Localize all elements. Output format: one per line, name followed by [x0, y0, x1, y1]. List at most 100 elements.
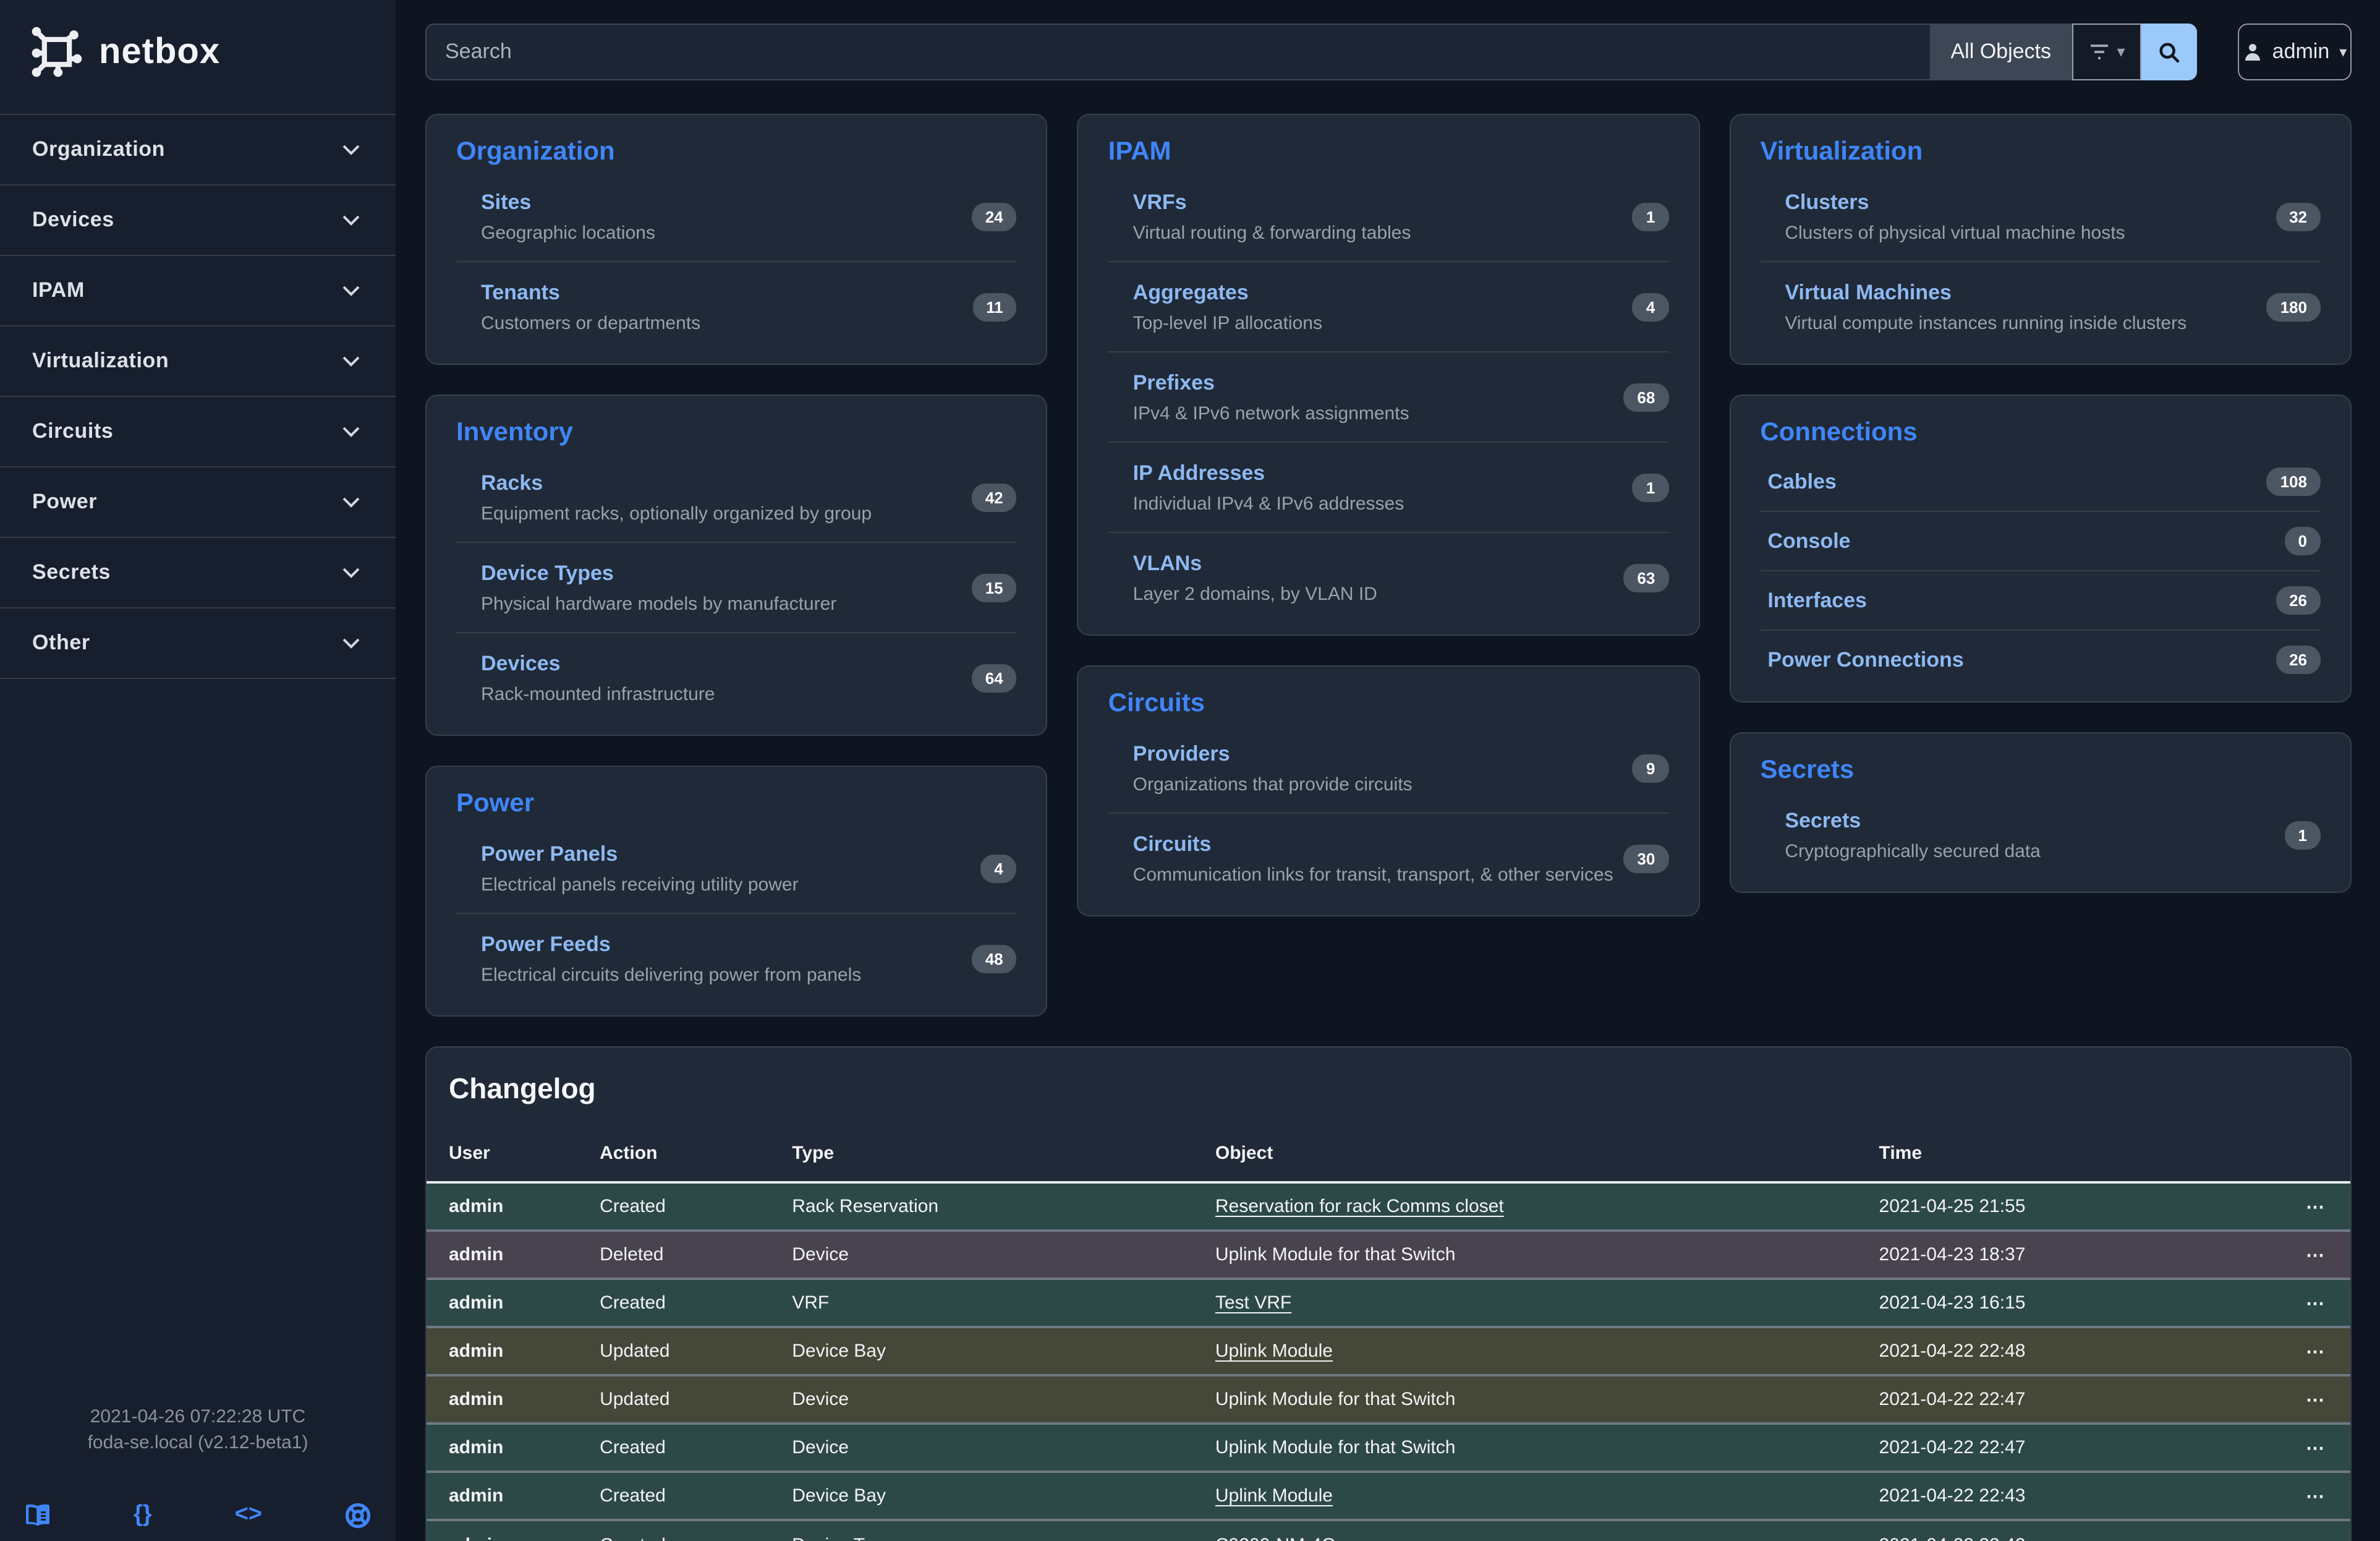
- device-types-link[interactable]: Device Types: [481, 561, 972, 586]
- card-circuits: Circuits Providers Organizations that pr…: [1077, 665, 1700, 916]
- user-name: admin: [2272, 40, 2330, 64]
- virtual-machines-link[interactable]: Virtual Machines: [1785, 281, 2266, 305]
- sidebar-item-secrets[interactable]: Secrets: [0, 538, 396, 608]
- row-actions-menu[interactable]: ⋯: [2306, 1341, 2326, 1362]
- row-actions-menu[interactable]: ⋯: [2306, 1486, 2326, 1507]
- changelog-card: Changelog User Action Type Object Time a…: [425, 1046, 2352, 1541]
- cell-user: admin: [427, 1375, 600, 1424]
- row-actions-menu[interactable]: ⋯: [2306, 1438, 2326, 1459]
- column-header-type: Type: [792, 1128, 1215, 1182]
- row-actions-menu[interactable]: ⋯: [2306, 1293, 2326, 1314]
- count-badge: 4: [1633, 293, 1668, 322]
- sidebar-item-organization[interactable]: Organization: [0, 115, 396, 186]
- card-organization: Organization Sites Geographic locations …: [425, 114, 1048, 365]
- search-filter-dropdown-button[interactable]: ▾: [2072, 23, 2141, 80]
- netbox-logo-icon: [30, 25, 84, 79]
- cell-action: Created: [600, 1279, 792, 1327]
- table-row: admin Created Rack Reservation Reservati…: [427, 1182, 2350, 1231]
- list-item-interfaces: Interfaces 26: [1760, 571, 2321, 631]
- table-row: admin Created Device Bay Uplink Module 2…: [427, 1472, 2350, 1520]
- row-actions-menu[interactable]: ⋯: [2306, 1197, 2326, 1218]
- row-actions-menu[interactable]: ⋯: [2306, 1535, 2326, 1541]
- sidebar-item-ipam[interactable]: IPAM: [0, 256, 396, 327]
- secrets-link[interactable]: Secrets: [1785, 809, 2284, 834]
- interfaces-link[interactable]: Interfaces: [1767, 588, 2276, 613]
- item-description: Individual IPv4 & IPv6 addresses: [1133, 493, 1633, 514]
- cell-time: 2021-04-22 22:43: [1879, 1472, 2245, 1520]
- netbox-logo-link[interactable]: netbox: [0, 0, 396, 99]
- search-submit-button[interactable]: [2141, 23, 2197, 80]
- devices-link[interactable]: Devices: [481, 652, 972, 677]
- sidebar-item-virtualization[interactable]: Virtualization: [0, 327, 396, 397]
- card-title: Circuits: [1108, 689, 1669, 719]
- vlans-link[interactable]: VLANs: [1133, 552, 1624, 576]
- netbox-dashboard: netbox Organization Devices IPAM Virtual…: [0, 0, 2380, 1541]
- prefixes-link[interactable]: Prefixes: [1133, 371, 1624, 396]
- aggregates-link[interactable]: Aggregates: [1133, 281, 1633, 305]
- item-description: Equipment racks, optionally organized by…: [481, 503, 972, 524]
- cell-user: admin: [427, 1472, 600, 1520]
- object-link[interactable]: Uplink Module: [1215, 1341, 1333, 1362]
- object-text: Uplink Module for that Switch: [1215, 1437, 1456, 1458]
- power-feeds-link[interactable]: Power Feeds: [481, 933, 972, 957]
- ip-addresses-link[interactable]: IP Addresses: [1133, 461, 1633, 486]
- table-row: admin Deleted Device Uplink Module for t…: [427, 1231, 2350, 1279]
- list-item-cables: Cables 108: [1760, 453, 2321, 512]
- list-item-virtual-machines: Virtual Machines Virtual compute instanc…: [1760, 262, 2321, 351]
- sidebar-item-devices[interactable]: Devices: [0, 186, 396, 256]
- tenants-link[interactable]: Tenants: [481, 281, 972, 305]
- cables-link[interactable]: Cables: [1767, 469, 2266, 494]
- search-icon: [2157, 40, 2181, 64]
- chevron-down-icon: ▾: [2339, 43, 2347, 61]
- sidebar-item-label: Organization: [32, 137, 165, 162]
- sidebar-item-circuits[interactable]: Circuits: [0, 397, 396, 467]
- providers-link[interactable]: Providers: [1133, 742, 1633, 767]
- dashboard-cards: Organization Sites Geographic locations …: [425, 114, 2352, 1017]
- sites-link[interactable]: Sites: [481, 190, 972, 215]
- item-description: Customers or departments: [481, 313, 972, 334]
- circuits-link[interactable]: Circuits: [1133, 832, 1624, 857]
- list-item-power-connections: Power Connections 26: [1760, 631, 2321, 689]
- column-header-user: User: [427, 1128, 600, 1182]
- chevron-down-icon: [339, 560, 363, 585]
- card-title: Power: [456, 789, 1017, 819]
- search-input[interactable]: [425, 23, 1930, 80]
- object-link[interactable]: Uplink Module: [1215, 1485, 1333, 1506]
- user-menu-button[interactable]: admin ▾: [2238, 23, 2352, 80]
- table-row: admin Created VRF Test VRF 2021-04-23 16…: [427, 1279, 2350, 1327]
- console-link[interactable]: Console: [1767, 529, 2284, 553]
- count-badge: 26: [2276, 646, 2321, 674]
- table-row: admin Created Device Type C9200-NM-4G 20…: [427, 1520, 2350, 1541]
- list-item-device-types: Device Types Physical hardware models by…: [456, 543, 1017, 633]
- clusters-link[interactable]: Clusters: [1785, 190, 2276, 215]
- source-code-icon[interactable]: <>: [235, 1501, 262, 1529]
- power-panels-link[interactable]: Power Panels: [481, 842, 980, 867]
- filter-lines-icon: [2088, 43, 2110, 61]
- object-link[interactable]: Reservation for rack Comms closet: [1215, 1196, 1504, 1217]
- cell-type: Device Bay: [792, 1472, 1215, 1520]
- power-connections-link[interactable]: Power Connections: [1767, 647, 2276, 672]
- object-link[interactable]: Test VRF: [1215, 1292, 1291, 1313]
- rest-api-braces-icon[interactable]: {}: [134, 1501, 152, 1529]
- row-actions-menu[interactable]: ⋯: [2306, 1389, 2326, 1411]
- docs-book-icon[interactable]: [25, 1503, 51, 1527]
- cell-time: 2021-04-25 21:55: [1879, 1182, 2245, 1231]
- help-lifebuoy-icon[interactable]: [345, 1502, 371, 1528]
- vrfs-link[interactable]: VRFs: [1133, 190, 1633, 215]
- sidebar-item-power[interactable]: Power: [0, 467, 396, 538]
- cell-time: 2021-04-22 22:47: [1879, 1424, 2245, 1472]
- sidebar-item-other[interactable]: Other: [0, 608, 396, 679]
- list-item-devices: Devices Rack-mounted infrastructure 64: [456, 633, 1017, 722]
- search-bar: All Objects ▾ admin ▾: [425, 23, 2352, 80]
- item-description: IPv4 & IPv6 network assignments: [1133, 403, 1624, 424]
- chevron-down-icon: [339, 349, 363, 374]
- column-header-object: Object: [1215, 1128, 1879, 1182]
- item-description: Virtual routing & forwarding tables: [1133, 223, 1633, 244]
- search-scope-selector[interactable]: All Objects: [1930, 23, 2073, 80]
- list-item-power-panels: Power Panels Electrical panels receiving…: [456, 824, 1017, 914]
- racks-link[interactable]: Racks: [481, 471, 972, 496]
- object-link[interactable]: C9200-NM-4G: [1215, 1534, 1336, 1541]
- row-actions-menu[interactable]: ⋯: [2306, 1245, 2326, 1266]
- cell-time: 2021-04-22 22:42: [1879, 1520, 2245, 1541]
- cell-time: 2021-04-22 22:47: [1879, 1375, 2245, 1424]
